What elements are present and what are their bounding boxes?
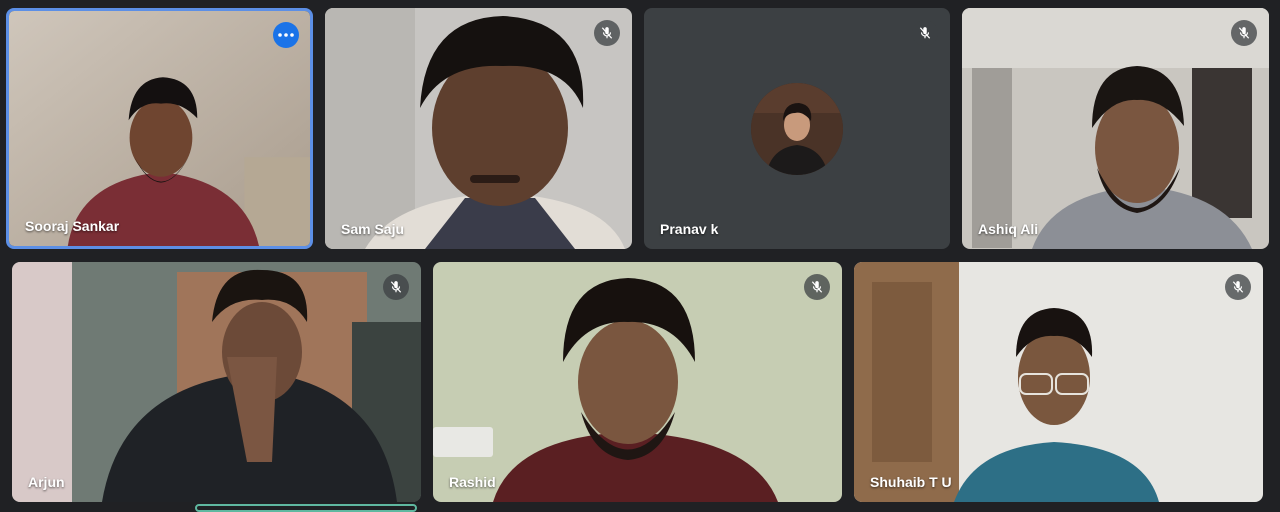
participant-name: Shuhaib T U	[870, 474, 952, 490]
participant-tile-sooraj-sankar[interactable]: Sooraj Sankar	[6, 8, 313, 249]
participant-tile-ashiq-ali[interactable]: Ashiq Ali	[962, 8, 1269, 249]
mic-muted-indicator	[1225, 274, 1251, 300]
mic-off-icon	[811, 281, 823, 293]
avatar	[751, 82, 843, 175]
bottom-toolbar-edge	[195, 504, 417, 512]
mic-muted-indicator	[594, 20, 620, 46]
participant-name: Arjun	[28, 474, 65, 490]
video-feed	[962, 8, 1269, 249]
video-feed	[325, 8, 632, 249]
participant-name: Ashiq Ali	[978, 221, 1039, 237]
mic-off-icon	[1238, 27, 1250, 39]
mic-off-icon	[1232, 281, 1244, 293]
participant-name: Sooraj Sankar	[25, 218, 120, 234]
participant-tile-rashid[interactable]: Rashid	[433, 262, 842, 502]
video-feed	[854, 262, 1263, 502]
video-feed	[9, 11, 310, 246]
mic-muted-indicator	[383, 274, 409, 300]
participant-tile-arjun[interactable]: Arjun	[12, 262, 421, 502]
mic-off-icon	[390, 281, 402, 293]
participant-name: Rashid	[449, 474, 496, 490]
video-feed	[12, 262, 421, 502]
avatar-image	[751, 82, 843, 175]
participant-name: Pranav k	[660, 221, 719, 237]
mic-muted-indicator	[912, 20, 938, 46]
video-feed	[433, 262, 842, 502]
mic-muted-indicator	[1231, 20, 1257, 46]
more-options-button[interactable]	[273, 22, 299, 48]
participant-tile-shuhaib-t-u[interactable]: Shuhaib T U	[854, 262, 1263, 502]
mic-off-icon	[601, 27, 613, 39]
more-options-icon	[278, 33, 294, 37]
mic-off-icon	[919, 27, 931, 39]
participant-name: Sam Saju	[341, 221, 405, 237]
participant-tile-sam-saju[interactable]: Sam Saju	[325, 8, 632, 249]
participant-tile-pranav-k[interactable]: Pranav k	[644, 8, 950, 249]
mic-muted-indicator	[804, 274, 830, 300]
